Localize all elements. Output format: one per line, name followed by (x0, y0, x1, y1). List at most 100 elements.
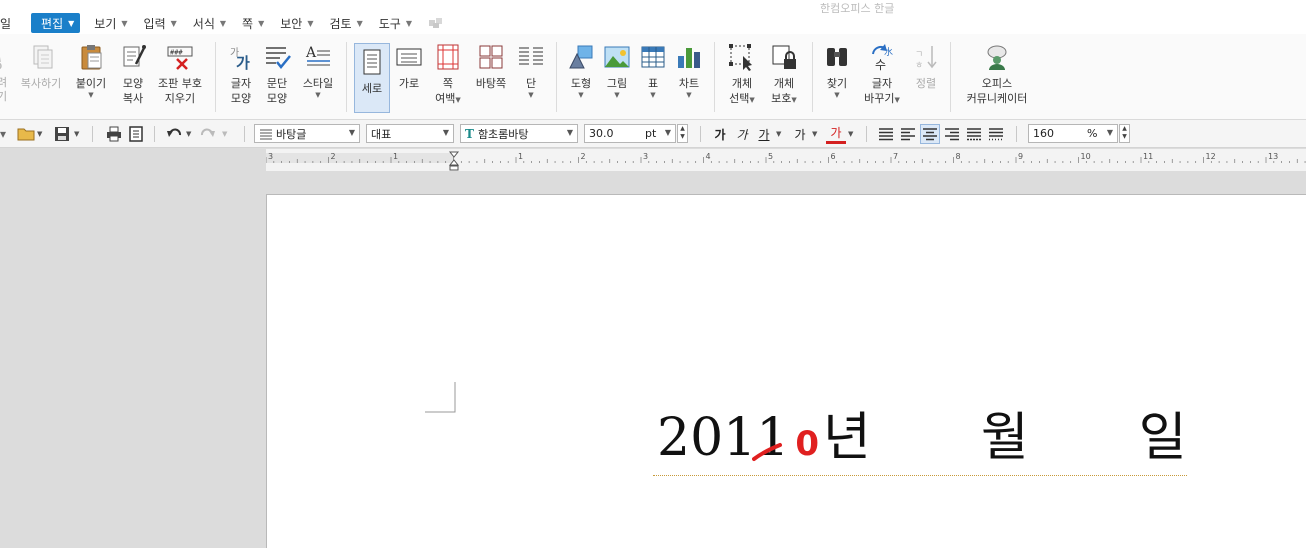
zoom-combo[interactable]: 160 % ▼ (1028, 124, 1118, 143)
replace-button[interactable]: 水수 글자 바꾸기▼ (860, 42, 904, 106)
horizontal-page-button[interactable]: 가로 (394, 42, 424, 91)
copy-button[interactable]: 복사하기 (18, 42, 64, 91)
ribbon-separator (556, 42, 557, 112)
table-label: 표 (647, 77, 659, 90)
copy-label: 복사하기 (20, 77, 62, 90)
shape-label: 도형 (570, 77, 592, 90)
save-button[interactable] (52, 124, 72, 144)
font-combo[interactable]: T 함초롬바탕 ▼ (460, 124, 578, 143)
toolbar-separator (1016, 126, 1017, 142)
cut-label-1: 려 (0, 76, 8, 89)
chevron-down-icon[interactable]: ▼ (74, 124, 79, 144)
open-button[interactable] (16, 124, 36, 144)
zoom-spinner[interactable]: ▲ ▼ (1119, 124, 1130, 143)
document-workspace[interactable]: 2011 0년 월 일 (0, 171, 1306, 548)
vertical-page-button[interactable]: 세로 (354, 43, 390, 113)
chevron-down-icon[interactable]: ▼ (37, 124, 42, 144)
clear-layout-marks-button[interactable]: ### 조판 부호 지우기 (154, 42, 206, 106)
chart-button[interactable]: 차트 ▼ (674, 42, 704, 100)
format-copy-label-2: 복사 (122, 92, 144, 105)
column-button[interactable]: 단 ▼ (516, 42, 546, 100)
master-page-button[interactable]: 바탕쪽 (472, 42, 510, 91)
menu-view[interactable]: 보기 ▼ (86, 13, 135, 33)
replace-label-1: 글자 (871, 77, 893, 90)
menu-page[interactable]: 쪽 ▼ (234, 13, 272, 33)
page-margin-icon (437, 44, 459, 70)
language-combo[interactable]: 대표 ▼ (366, 124, 454, 143)
menu-security[interactable]: 보안 ▼ (272, 13, 321, 33)
window-title: 한컴오피스 한글 (820, 2, 895, 15)
style-combo[interactable]: 바탕글 ▼ (254, 124, 360, 143)
format-copy-button[interactable]: 모양 복사 (114, 42, 152, 106)
sort-button[interactable]: ㄱㅎ 정렬 (910, 42, 942, 91)
chevron-down-icon: ▼ (68, 18, 75, 28)
align-justify-button[interactable] (876, 124, 896, 144)
object-select-button[interactable]: 개체 선택▼ (724, 42, 760, 106)
chevron-down-icon: ▼ (348, 128, 355, 137)
save-icon (55, 127, 69, 141)
year-correction-digit: 0 (795, 424, 820, 464)
folder-icon (17, 128, 35, 141)
shapes-icon (569, 45, 593, 69)
align-center-button[interactable] (920, 124, 940, 144)
font-size-combo[interactable]: 30.0 pt ▼ (584, 124, 676, 143)
chevron-down-icon: ▼ (650, 91, 656, 99)
printer-icon (107, 126, 121, 142)
redo-button[interactable] (198, 124, 218, 144)
menu-format[interactable]: 서식 ▼ (185, 13, 234, 33)
bold-button[interactable]: 가 (710, 124, 730, 144)
menu-item-partial[interactable]: 일 (0, 13, 31, 33)
chevron-down-icon[interactable]: ▼ (848, 124, 853, 144)
chevron-down-icon[interactable]: ▼ (776, 124, 781, 144)
chevron-down-icon: ▼ (664, 128, 671, 137)
undo-button[interactable] (164, 124, 184, 144)
column-label: 단 (525, 77, 537, 90)
para-shape-label-2: 모양 (266, 92, 288, 105)
char-shape-button[interactable]: 가가 글자 모양 (224, 42, 258, 106)
toolbar-chevron-icon[interactable]: ▾ (0, 124, 6, 144)
menu-edit[interactable]: 편집 ▼ (31, 13, 81, 33)
style-button[interactable]: A 스타일 ▼ (298, 42, 338, 100)
align-left-button[interactable] (898, 124, 918, 144)
find-button[interactable]: 찾기 ▼ (820, 42, 854, 100)
table-button[interactable]: 표 ▼ (638, 42, 668, 100)
preview-button[interactable] (126, 124, 146, 144)
chevron-down-icon[interactable]: ▼ (222, 124, 227, 144)
menu-insert[interactable]: 입력 ▼ (136, 13, 185, 33)
align-right-button[interactable] (942, 124, 962, 144)
italic-button[interactable]: 가 (732, 124, 752, 144)
menu-review[interactable]: 검토 ▼ (322, 13, 371, 33)
column-icon (519, 47, 543, 65)
chevron-down-icon: ▼ (686, 91, 692, 99)
font-size-spinner[interactable]: ▲ ▼ (677, 124, 688, 143)
menu-extra-icon[interactable] (420, 13, 452, 33)
chevron-down-icon: ▼ (88, 91, 94, 99)
cut-button[interactable]: 려기 (0, 42, 10, 104)
obj-protect-label-1: 개체 (773, 77, 795, 90)
underline-button[interactable]: 가 (754, 124, 774, 144)
align-distribute-button[interactable] (964, 124, 984, 144)
redo-icon (201, 128, 215, 137)
chevron-down-icon[interactable]: ▼ (186, 124, 191, 144)
picture-button[interactable]: 그림 ▼ (602, 42, 632, 100)
para-shape-button[interactable]: 문단 모양 (260, 42, 294, 106)
paste-button[interactable]: 붙이기 ▼ (72, 42, 110, 100)
style-combo-value: 바탕글 (276, 127, 307, 141)
format-brush-icon (123, 45, 146, 67)
shape-button[interactable]: 도형 ▼ (564, 42, 598, 100)
ruler-label: 4 (706, 152, 711, 161)
office-communicator-button[interactable]: 오피스 커뮤니케이터 (960, 42, 1034, 106)
date-line[interactable]: 2011 0년 월 일 (657, 403, 1187, 479)
replace-icon: 水수 (872, 44, 893, 72)
print-button[interactable] (104, 124, 124, 144)
page-margin-button[interactable]: 쪽 여백▼ (430, 42, 466, 106)
strike-button[interactable]: 가 (790, 124, 810, 144)
menu-tools[interactable]: 도구 ▼ (371, 13, 420, 33)
horizontal-ruler[interactable]: 3 2 1 1 2 3 4 5 6 7 8 9 10 11 12 13 (265, 149, 1306, 171)
align-split-button[interactable] (986, 124, 1006, 144)
chevron-down-icon[interactable]: ▼ (812, 124, 817, 144)
document-page[interactable]: 2011 0년 월 일 (266, 194, 1306, 548)
object-protect-button[interactable]: 개체 보호▼ (766, 42, 802, 106)
ribbon-separator (215, 42, 216, 112)
font-color-button[interactable]: 가 (826, 124, 846, 144)
